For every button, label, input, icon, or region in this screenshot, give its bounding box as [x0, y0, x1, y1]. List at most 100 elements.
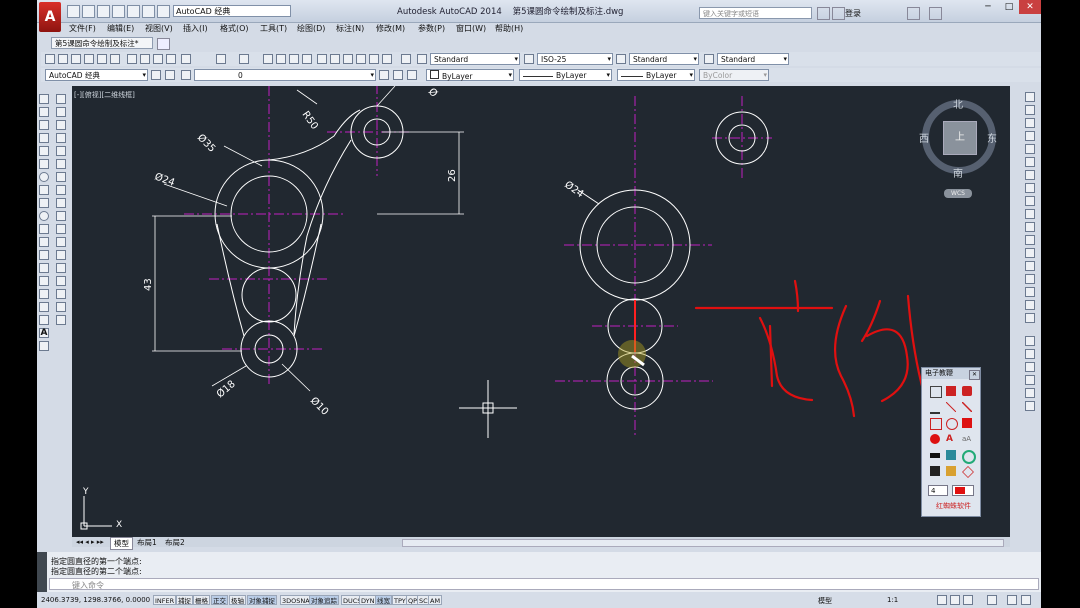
break-icon[interactable]: [56, 250, 66, 260]
font-tool-icon[interactable]: aA: [962, 434, 972, 444]
status-am[interactable]: AM: [428, 595, 443, 605]
layer-dropdown[interactable]: 0: [194, 69, 376, 81]
color-dropdown[interactable]: ByLayer: [426, 69, 514, 81]
blackboard-icon[interactable]: [930, 453, 940, 458]
rt-tool-10-icon[interactable]: [1025, 209, 1035, 219]
save-file-icon[interactable]: [71, 54, 81, 64]
rotate-icon[interactable]: [56, 172, 66, 182]
tool-palettes-icon[interactable]: [343, 54, 353, 64]
rectangle-tool-icon[interactable]: [930, 418, 942, 430]
make-current-icon[interactable]: [379, 70, 389, 80]
menu-file[interactable]: 文件(F): [69, 23, 96, 34]
design-center-icon[interactable]: [330, 54, 340, 64]
copy-icon[interactable]: [140, 54, 150, 64]
zoom-window-icon[interactable]: [289, 54, 299, 64]
rt-tool-9-icon[interactable]: [1025, 196, 1035, 206]
horizontal-scrollbar[interactable]: [402, 539, 1004, 547]
pen-icon[interactable]: [946, 386, 956, 396]
revcloud-icon[interactable]: [39, 185, 49, 195]
new-icon[interactable]: [67, 5, 80, 18]
block-editor-icon[interactable]: [181, 54, 191, 64]
plot-icon[interactable]: [127, 5, 140, 18]
gear-icon[interactable]: [950, 595, 960, 605]
table-icon[interactable]: [39, 315, 49, 325]
workspace-settings-icon[interactable]: [151, 70, 161, 80]
viewcube-north[interactable]: 北: [953, 96, 963, 111]
layer-state-icon[interactable]: [181, 70, 191, 80]
new-tab-icon[interactable]: [157, 38, 170, 50]
minimize-button[interactable]: ─: [977, 0, 999, 14]
menu-parametric[interactable]: 参数(P): [418, 23, 445, 34]
help-tool-icon[interactable]: [401, 54, 411, 64]
table-style-icon[interactable]: [616, 54, 626, 64]
rt-tool-13-icon[interactable]: [1025, 248, 1035, 258]
rt-tool-18-icon[interactable]: [1025, 313, 1035, 323]
annotation-scale[interactable]: 1:1: [887, 596, 898, 604]
screen-icon[interactable]: [946, 450, 956, 460]
magnifier-icon[interactable]: [962, 450, 976, 464]
rt-tool-24-icon[interactable]: [1025, 401, 1035, 411]
lineweight-dropdown[interactable]: ByLayer: [617, 69, 695, 81]
chamfer-icon[interactable]: [56, 276, 66, 286]
wcs-menu[interactable]: WCS: [944, 189, 972, 198]
filled-ellipse-icon[interactable]: [930, 434, 940, 444]
tab-layout2[interactable]: 布局2: [162, 537, 188, 548]
mtext-icon[interactable]: A: [39, 328, 49, 338]
status-grid[interactable]: 栅格: [193, 595, 210, 605]
gradient-icon[interactable]: [39, 289, 49, 299]
menu-help[interactable]: 帮助(H): [495, 23, 523, 34]
table-style-dropdown[interactable]: Standard: [629, 53, 699, 65]
workspace-toolbar-dropdown[interactable]: AutoCAD 经典: [45, 69, 148, 81]
quickcalc-icon[interactable]: [382, 54, 392, 64]
rt-tool-23-icon[interactable]: [1025, 388, 1035, 398]
point-icon[interactable]: [39, 263, 49, 273]
pan-icon[interactable]: [263, 54, 273, 64]
paste-icon[interactable]: [153, 54, 163, 64]
text-tool-icon[interactable]: A: [946, 434, 956, 444]
fillet-icon[interactable]: [56, 289, 66, 299]
mleader-style-icon[interactable]: [704, 54, 714, 64]
menu-format[interactable]: 格式(O): [220, 23, 249, 34]
open-icon[interactable]: [82, 5, 95, 18]
drawing-canvas[interactable]: [-][俯视][二维线框] R50 Ø35 Ø24 Ø18 Ø10 26 43 …: [72, 86, 1010, 537]
rt-tool-7-icon[interactable]: [1025, 170, 1035, 180]
command-window-grip[interactable]: [37, 552, 47, 592]
rt-tool-15-icon[interactable]: [1025, 274, 1035, 284]
cut-icon[interactable]: [127, 54, 137, 64]
preview-icon[interactable]: [97, 54, 107, 64]
login-link[interactable]: 登录: [845, 8, 861, 19]
menu-edit[interactable]: 编辑(E): [107, 23, 134, 34]
command-input[interactable]: 键入命令: [49, 578, 1039, 590]
filled-rectangle-icon[interactable]: [962, 418, 972, 428]
clean-screen-icon[interactable]: [1021, 595, 1031, 605]
status-snap[interactable]: 捕捉: [176, 595, 193, 605]
rt-tool-11-icon[interactable]: [1025, 222, 1035, 232]
isolate-icon[interactable]: [1007, 595, 1017, 605]
offset-icon[interactable]: [56, 133, 66, 143]
array-icon[interactable]: [56, 146, 66, 156]
layer-previous-icon[interactable]: [393, 70, 403, 80]
copy-object-icon[interactable]: [56, 107, 66, 117]
menu-modify[interactable]: 修改(M): [376, 23, 405, 34]
spline-icon[interactable]: [39, 198, 49, 208]
highlight-icon[interactable]: [962, 466, 974, 478]
construction-line-icon[interactable]: [39, 107, 49, 117]
document-tab[interactable]: 第5课圆命令绘制及标注*: [51, 37, 153, 49]
rt-tool-21-icon[interactable]: [1025, 362, 1035, 372]
rt-tool-6-icon[interactable]: [1025, 157, 1035, 167]
rt-tool-2-icon[interactable]: [1025, 105, 1035, 115]
join-icon[interactable]: [56, 263, 66, 273]
status-osnap[interactable]: 对象捕捉: [247, 595, 277, 605]
user-icon[interactable]: [832, 7, 845, 20]
status-ortho[interactable]: 正交: [211, 595, 228, 605]
rt-tool-14-icon[interactable]: [1025, 261, 1035, 271]
menu-view[interactable]: 视图(V): [145, 23, 173, 34]
trim-icon[interactable]: [56, 211, 66, 221]
maximize-button[interactable]: □: [998, 0, 1020, 14]
zoom-previous-icon[interactable]: [302, 54, 312, 64]
save-icon[interactable]: [97, 5, 110, 18]
text-style-dropdown[interactable]: Standard: [430, 53, 520, 65]
status-polar[interactable]: 极轴: [229, 595, 246, 605]
plotstyle-dropdown[interactable]: ByColor: [699, 69, 769, 81]
status-lineweight[interactable]: 线宽: [375, 595, 392, 605]
